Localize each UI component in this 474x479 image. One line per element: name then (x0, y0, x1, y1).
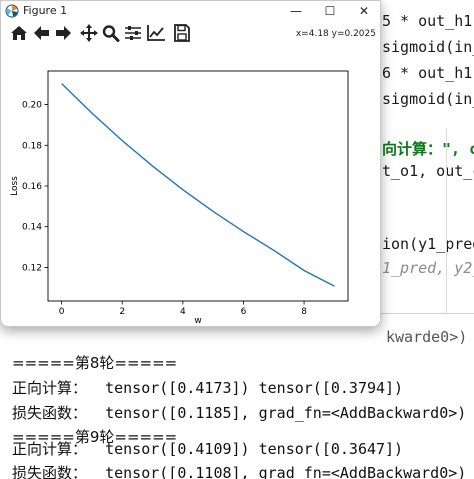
console-value: tensor([0.4173]) tensor([0.3794]) (87, 379, 404, 397)
console-label: 损失函数： (12, 404, 88, 422)
x-tick-label: 0 (59, 307, 65, 317)
maximize-button[interactable]: ☐ (315, 1, 345, 21)
edit-axis-icon[interactable] (146, 24, 166, 42)
console-label: 损失函数： (12, 464, 88, 479)
console-line: =====第8轮===== (12, 352, 177, 373)
x-tick-label: 6 (241, 307, 247, 317)
home-icon[interactable] (9, 24, 29, 42)
cursor-coordinates: x=4.18 y=0.2025 (295, 29, 376, 39)
code-line-string: 向计算：", c (382, 140, 474, 158)
console-label: 正向计算： (12, 379, 88, 397)
console-line: 正向计算： tensor([0.4173]) tensor([0.3794]) (12, 377, 403, 398)
minimize-button[interactable]: — (281, 1, 311, 21)
loss-series-line (61, 83, 335, 287)
console-value: tensor([0.1108], grad_fn=<AddBackward0>) (87, 464, 467, 479)
window-titlebar[interactable]: Figure 1 — ☐ ✕ (1, 1, 380, 21)
chart-svg: 0 2 4 6 8 0.12 0.14 0.16 0.18 0.20 w Loss (10, 70, 349, 326)
y-tick-label: 0.12 (22, 263, 42, 273)
run-console: kwarde0>) =====第8轮===== 正向计算： tensor([0.… (0, 313, 474, 479)
figure-canvas[interactable]: 0 2 4 6 8 0.12 0.14 0.16 0.18 0.20 w Loss (1, 45, 380, 326)
console-line: 损失函数： tensor([0.1185], grad_fn=<AddBackw… (12, 402, 466, 423)
pan-icon[interactable] (79, 24, 99, 42)
console-label: =====第8轮===== (12, 354, 178, 372)
subplots-config-icon[interactable] (123, 24, 143, 42)
window-title: Figure 1 (23, 4, 68, 17)
console-value: tensor([0.1185], grad_fn=<AddBackward0>) (87, 404, 467, 422)
console-partial-line: kwarde0>) (386, 328, 468, 346)
x-tick-label: 4 (180, 307, 186, 317)
console-line: 损失函数： tensor([0.1108], grad_fn=<AddBackw… (12, 462, 466, 479)
code-line: sigmoid(in_ (382, 90, 474, 108)
y-axis-label: Loss (10, 176, 20, 196)
y-tick-label: 0.16 (22, 182, 42, 192)
x-tick-label: 8 (301, 307, 307, 317)
code-line: ion(y1_pred (382, 235, 474, 253)
y-tick-label: 0.20 (22, 101, 42, 111)
console-label: 正向计算： (12, 440, 88, 458)
code-line: t_o1, out_c (382, 162, 474, 180)
y-tick-label: 0.18 (22, 141, 42, 151)
figure-window[interactable]: Figure 1 — ☐ ✕ x=4.18 y=0.2025 0 2 4 6 8… (0, 0, 381, 327)
save-icon[interactable] (172, 24, 192, 42)
navigation-toolbar: x=4.18 y=0.2025 (1, 21, 380, 45)
loss-plot[interactable]: 0 2 4 6 8 0.12 0.14 0.16 0.18 0.20 w Loss (1, 45, 380, 326)
x-tick-label: 2 (119, 307, 125, 317)
zoom-icon[interactable] (101, 24, 121, 42)
y-ticks: 0.12 0.14 0.16 0.18 0.20 (22, 101, 48, 273)
x-axis-label: w (194, 316, 201, 326)
editor-divider (446, 128, 447, 313)
axes-frame (47, 70, 349, 302)
code-line-inlay-hint: 1_pred, y2_ (382, 259, 474, 277)
close-button[interactable]: ✕ (349, 1, 379, 21)
matplotlib-logo-icon (5, 4, 19, 18)
code-line: sigmoid(in_ (382, 38, 474, 56)
code-line: 5 * out_h1 (382, 12, 473, 30)
y-tick-label: 0.14 (22, 223, 42, 233)
code-line: 6 * out_h1 (382, 64, 473, 82)
x-ticks: 0 2 4 6 8 (59, 301, 307, 317)
console-value: tensor([0.4109]) tensor([0.3647]) (87, 440, 404, 458)
forward-arrow-icon[interactable] (53, 24, 73, 42)
console-line: 正向计算： tensor([0.4109]) tensor([0.3647]) (12, 438, 403, 459)
back-arrow-icon[interactable] (32, 24, 52, 42)
